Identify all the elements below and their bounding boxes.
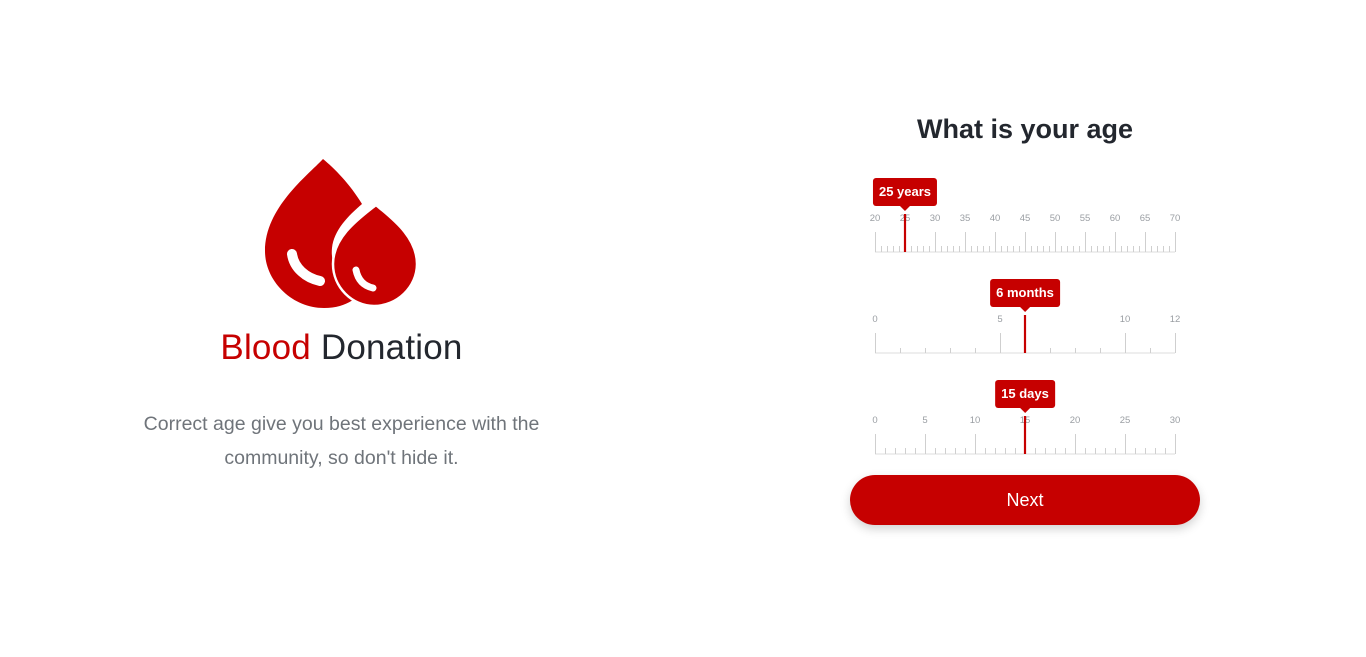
ruler-tick-label: 0 [872, 314, 877, 325]
blood-drops-icon [265, 159, 419, 308]
ruler-tick-label: 65 [1140, 213, 1151, 224]
years-ruler[interactable]: 25 years 2025303540455055606570 [870, 178, 1181, 278]
months-ruler-scale[interactable]: 0 5 10 12 [872, 279, 1181, 359]
ruler-tick-label: 20 [1070, 415, 1081, 426]
brand-word-donation: Donation [320, 328, 463, 367]
ruler-tick-label: 40 [990, 213, 1001, 224]
ruler-tick-label: 30 [930, 213, 941, 224]
tagline: Correct age give you best experience wit… [120, 407, 563, 475]
ruler-tick-label: 50 [1050, 213, 1061, 224]
ruler-tick-label: 5 [922, 415, 927, 426]
ruler-tick-label: 35 [960, 213, 971, 224]
ruler-tick-label: 20 [870, 213, 881, 224]
brand-title: Blood Donation [0, 328, 683, 368]
days-ruler-scale[interactable]: 051015202530 [872, 380, 1181, 460]
years-ruler-scale[interactable]: 2025303540455055606570 [870, 178, 1181, 258]
ruler-tick-label: 60 [1110, 213, 1121, 224]
brand-panel: Blood Donation Correct age give you best… [0, 0, 683, 657]
months-ruler[interactable]: 6 months 0 5 10 12 [872, 279, 1181, 379]
ruler-tick-label: 5 [997, 314, 1002, 325]
ruler-tick-label: 12 [1170, 314, 1181, 325]
ruler-tick-label: 45 [1020, 213, 1031, 224]
ruler-tick-label: 70 [1170, 213, 1181, 224]
age-form: What is your age 25 years 20253035404550… [683, 0, 1366, 657]
tagline-line-2: community, so don't hide it. [224, 447, 459, 469]
ruler-tick-label: 10 [1120, 314, 1131, 325]
brand-word-blood: Blood [220, 328, 311, 367]
ruler-tick-label: 25 [1120, 415, 1131, 426]
days-ruler[interactable]: 15 days 051015202530 [872, 380, 1181, 480]
question-heading: What is your age [916, 114, 1134, 144]
ruler-tick-label: 0 [872, 415, 877, 426]
ruler-tick-label: 55 [1080, 213, 1091, 224]
ruler-tick-label: 10 [970, 415, 981, 426]
ruler-tick-label: 30 [1170, 415, 1181, 426]
next-button[interactable]: Next [850, 475, 1200, 525]
tagline-line-1: Correct age give you best experience wit… [143, 413, 540, 435]
